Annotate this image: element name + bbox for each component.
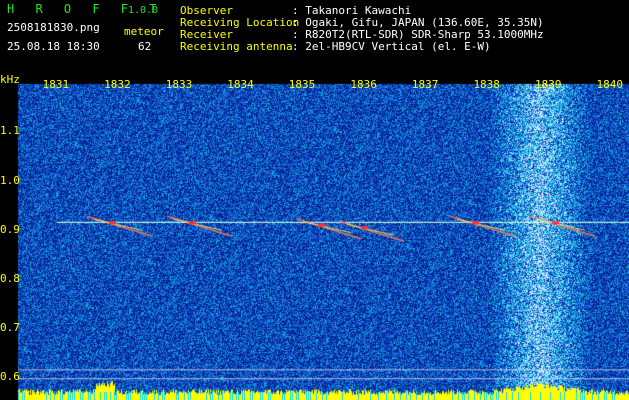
y-tick-label: 0.7 [0, 321, 20, 335]
x-tick-label: 1835 [288, 78, 316, 91]
y-tick-label: 0.6 [0, 370, 20, 384]
spectrogram-canvas [0, 78, 629, 400]
meteor-count: 62 [138, 40, 152, 53]
x-tick-label: 1832 [104, 78, 131, 91]
app-version: 1.0.0 [128, 5, 159, 16]
y-tick-label: 1.1 [0, 124, 20, 138]
x-tick-label: 1838 [473, 78, 500, 91]
x-tick-label: 1834 [227, 78, 254, 91]
x-tick-label: 1836 [350, 78, 377, 91]
x-tick-label: 1833 [165, 78, 193, 91]
x-tick-label: 1837 [411, 78, 439, 91]
x-tick-label: 1840 [596, 78, 624, 91]
info-label-antenna: Receiving antenna [180, 40, 293, 53]
observation-datetime: 25.08.18 18:30 [7, 40, 100, 53]
x-tick-label: 1839 [534, 78, 562, 91]
hrofft-window: H R O F F T 1.0.0 2508181830.png meteor … [0, 0, 629, 400]
meteor-label: meteor [124, 25, 164, 38]
info-value-antenna: : 2el-HB9CV Vertical (el. E-W) [292, 40, 491, 53]
y-tick-label: 0.8 [0, 271, 20, 285]
y-tick-label: 1.0 [0, 173, 20, 187]
y-tick-label: 0.9 [0, 222, 20, 236]
y-axis-unit-label: kHz [0, 73, 20, 86]
x-tick-label: 1831 [42, 78, 70, 91]
file-name: 2508181830.png [7, 21, 100, 34]
